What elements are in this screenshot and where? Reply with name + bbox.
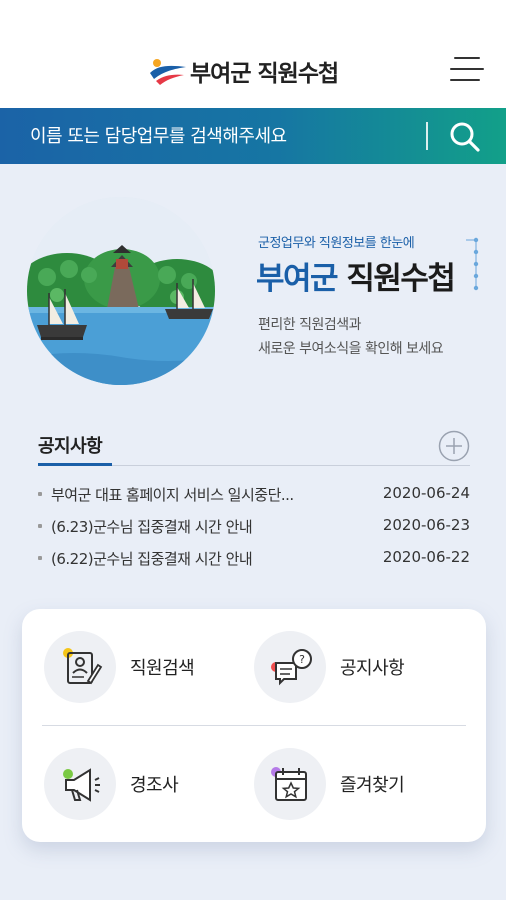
logo-main-text: 부여군 [190, 61, 251, 87]
quick-menu-icon-circle [254, 748, 326, 820]
buyeo-landscape-illustration [27, 197, 215, 385]
quick-menu-panel: 직원검색 ? 공지사항 경조사 즐겨찾기 [22, 609, 486, 842]
app-header: 부여군 직원수첩 [0, 0, 506, 108]
notice-item-title: (6.22)군수님 집중결재 시간 안내 [51, 550, 253, 568]
search-button[interactable] [448, 120, 482, 154]
hamburger-menu-button[interactable] [450, 56, 484, 82]
quick-menu-divider [42, 725, 466, 726]
svg-text:?: ? [299, 653, 305, 666]
quick-menu-icon-circle: ? [254, 631, 326, 703]
notice-list-item[interactable]: 부여군 대표 홈페이지 서비스 일시중단... 2020-06-24 [38, 482, 470, 514]
notice-more-button[interactable] [438, 430, 470, 462]
quick-menu-label: 즐겨찾기 [340, 775, 405, 796]
quick-menu-favorites[interactable]: 즐겨찾기 [254, 748, 454, 824]
quick-menu-label: 공지사항 [340, 658, 405, 679]
buyeo-logo-icon [150, 59, 186, 85]
quick-menu-icon-circle [44, 631, 116, 703]
logo-sub-text: 직원수첩 [257, 61, 340, 87]
megaphone-icon [63, 768, 100, 802]
notice-title-underline [38, 463, 112, 466]
menu-line-icon [450, 79, 480, 81]
quick-menu-family-events[interactable]: 경조사 [44, 748, 244, 824]
search-input[interactable] [30, 108, 410, 164]
notice-header: 공지사항 [38, 428, 470, 466]
quick-menu-label: 직원검색 [130, 658, 195, 679]
bullet-icon [38, 556, 42, 560]
hero-title-accent: 부여군 [256, 261, 339, 297]
notice-item-title: (6.23)군수님 집중결재 시간 안내 [51, 518, 253, 536]
calendar-star-icon [271, 767, 307, 801]
quick-menu-notice[interactable]: ? 공지사항 [254, 631, 454, 707]
hero-description: 편리한 직원검색과 새로운 부여소식을 확인해 보세요 [258, 313, 444, 361]
notice-chat-icon: ? [271, 649, 312, 686]
notice-list-item[interactable]: (6.23)군수님 집중결재 시간 안내 2020-06-23 [38, 514, 470, 546]
quick-menu-label: 경조사 [130, 775, 179, 796]
hero-desc-line: 새로운 부여소식을 확인해 보세요 [258, 341, 444, 357]
hero-desc-line: 편리한 직원검색과 [258, 317, 362, 333]
menu-line-icon [450, 68, 484, 70]
notice-list-item[interactable]: (6.22)군수님 집중결재 시간 안내 2020-06-22 [38, 546, 470, 578]
notice-section: 공지사항 부여군 대표 홈페이지 서비스 일시중단... 2020-06-24 … [38, 428, 470, 578]
bullet-icon [38, 492, 42, 496]
notice-list: 부여군 대표 홈페이지 서비스 일시중단... 2020-06-24 (6.23… [38, 482, 470, 578]
employee-search-icon [63, 648, 103, 685]
hero-subtitle: 군정업무와 직원정보를 한눈에 [258, 236, 415, 251]
notice-title[interactable]: 공지사항 [38, 432, 103, 458]
bullet-icon [38, 524, 42, 528]
search-divider [426, 122, 428, 150]
search-bar [0, 108, 506, 164]
hero-title-rest: 직원수첩 [346, 261, 456, 297]
hero-title: 부여군 직원수첩 [256, 253, 456, 298]
quick-menu-icon-circle [44, 748, 116, 820]
decorative-dots-icon [466, 237, 479, 291]
app-logo[interactable]: 부여군 직원수첩 [148, 54, 340, 88]
menu-line-icon [454, 57, 480, 59]
notice-item-date: 2020-06-23 [382, 516, 470, 534]
plus-circle-icon [438, 430, 470, 462]
search-icon [450, 122, 480, 152]
notice-item-date: 2020-06-22 [382, 548, 470, 566]
notice-item-title: 부여군 대표 홈페이지 서비스 일시중단... [51, 486, 294, 504]
notice-item-date: 2020-06-24 [382, 484, 470, 502]
quick-menu-employee-search[interactable]: 직원검색 [44, 631, 244, 707]
